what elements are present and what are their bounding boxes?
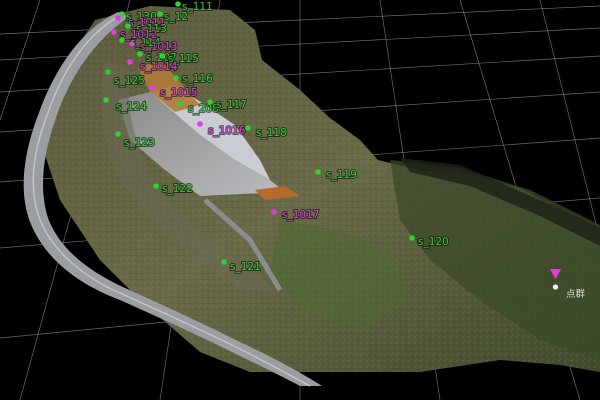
marker-label: s_125 (114, 75, 145, 87)
marker-label: s_121 (230, 261, 261, 273)
marker-dot[interactable] (129, 41, 135, 47)
pin-anchor (552, 284, 559, 290)
marker-dot[interactable] (111, 29, 117, 35)
marker-label: s_124 (116, 101, 147, 113)
marker-dot[interactable] (115, 131, 121, 137)
marker-label: s_12 (164, 11, 188, 23)
marker-label: s_1016 (208, 125, 246, 137)
marker-dot[interactable] (207, 99, 213, 105)
marker-dot[interactable] (315, 169, 321, 175)
marker-label: s_122 (162, 183, 193, 195)
marker-dot[interactable] (137, 51, 143, 57)
marker-dot[interactable] (125, 23, 131, 29)
marker-label: s_116 (182, 73, 213, 85)
marker-label: s_208 (188, 103, 219, 115)
marker-label: s_118 (256, 127, 287, 139)
marker-dot[interactable] (175, 1, 181, 7)
marker-label: s_123 (124, 137, 155, 149)
marker-label: s_1017 (282, 209, 319, 221)
marker-dot[interactable] (105, 69, 111, 75)
marker-dot[interactable] (127, 59, 133, 65)
marker-dot[interactable] (409, 235, 415, 241)
marker-dot[interactable] (115, 15, 121, 21)
marker-dot[interactable] (245, 125, 251, 131)
point-cloud-scene[interactable]: s_130s_111s_12s_1011s_113s_1012s_114s_10… (0, 0, 600, 400)
marker-label: s_117 (216, 99, 247, 111)
marker-dot[interactable] (103, 97, 109, 103)
marker-dot[interactable] (221, 259, 227, 265)
marker-dot[interactable] (197, 121, 203, 127)
marker-dot[interactable] (119, 37, 125, 43)
marker-dot[interactable] (177, 101, 183, 107)
pointcloud-label: 点群 (566, 288, 586, 300)
marker-label: s_120 (418, 236, 449, 248)
marker-dot[interactable] (157, 11, 163, 17)
3d-viewport[interactable]: s_130 s_111 s_12 s_1011 s_113 s_1012 s_114 s_10… (0, 0, 600, 400)
marker-dot[interactable] (149, 85, 155, 91)
marker-dot[interactable] (159, 53, 165, 59)
marker-dot[interactable] (271, 209, 277, 215)
marker-dot[interactable] (119, 11, 125, 17)
marker-label: s_119 (326, 169, 357, 181)
point-cloud (23, 6, 600, 387)
marker-label: s_1015 (160, 87, 197, 99)
marker-dot[interactable] (153, 183, 159, 189)
marker-label: s_1014 (140, 61, 178, 73)
marker-dot[interactable] (173, 75, 179, 81)
